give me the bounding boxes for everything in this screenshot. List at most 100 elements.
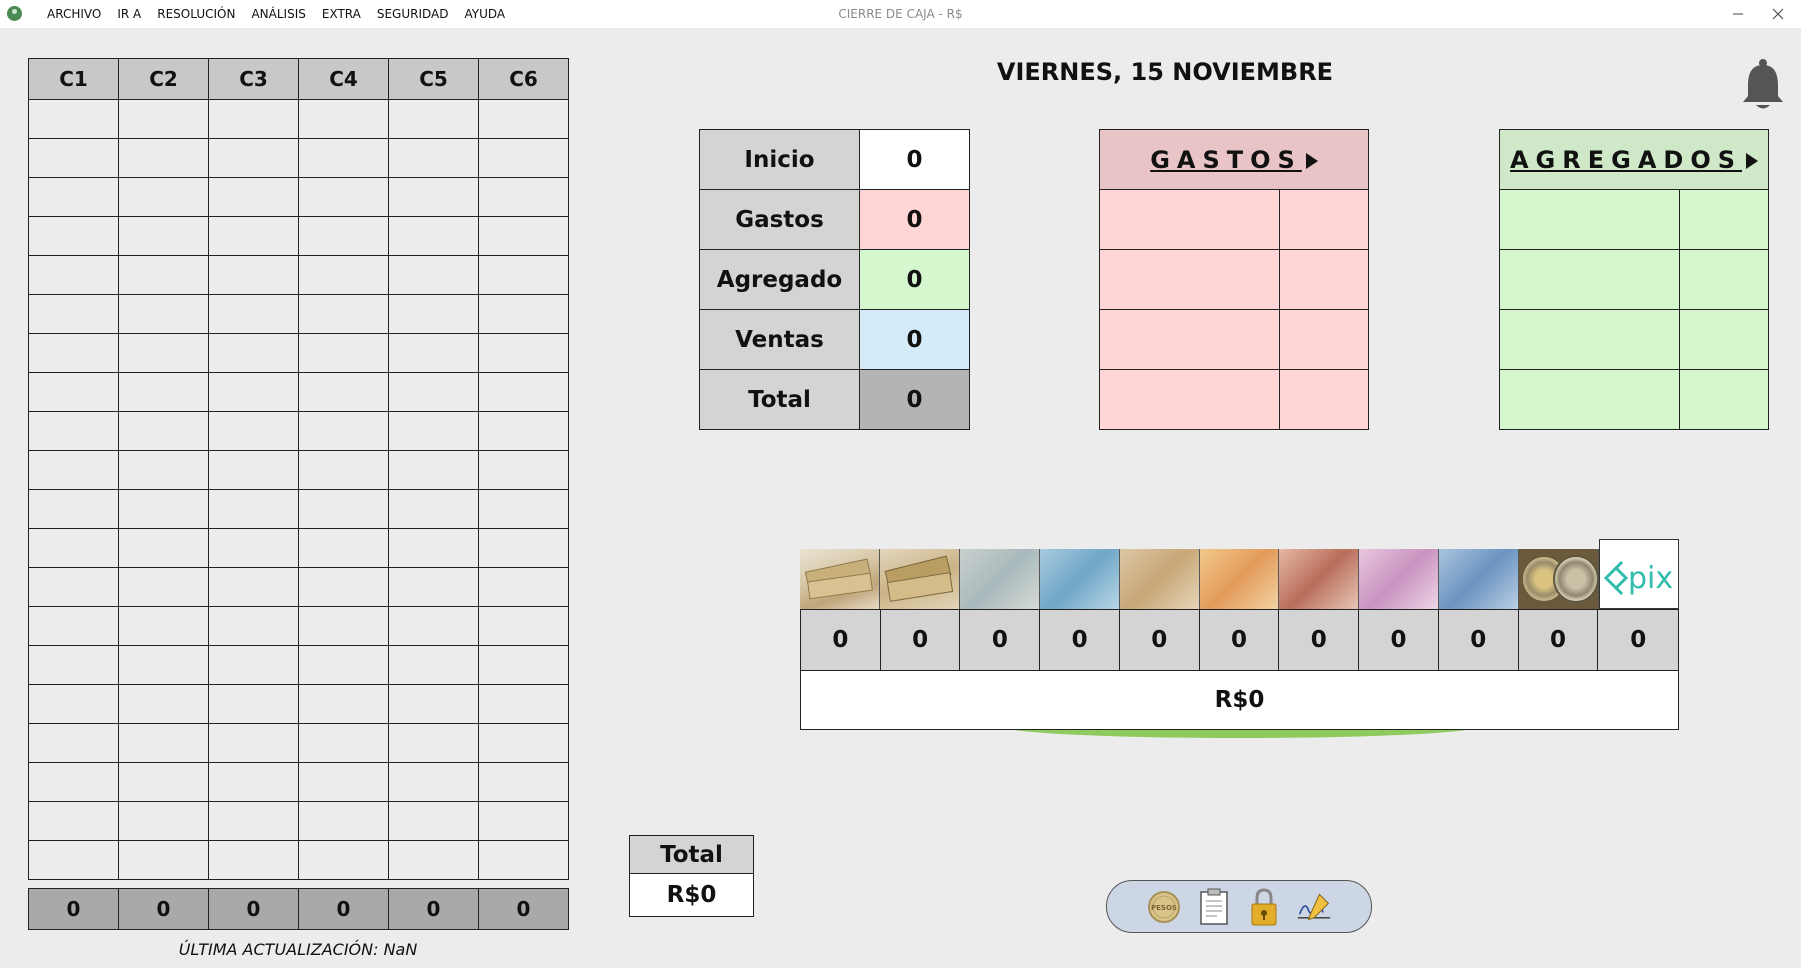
cash-grid-cell-c1[interactable] [28,177,119,217]
cash-grid-cell-c1[interactable] [28,489,119,529]
cash-grid-cell-c3[interactable] [208,723,299,763]
count-10[interactable]: 0 [1279,610,1360,670]
cash-grid-cell-c3[interactable] [208,645,299,685]
cash-grid-cell-c5[interactable] [388,294,479,334]
cash-grid-cell-c1[interactable] [28,333,119,373]
cash-grid-cell-c4[interactable] [298,762,389,802]
cash-grid-cell-c6[interactable] [478,723,569,763]
cash-grid-cell-c5[interactable] [388,177,479,217]
pesos-button[interactable]: PESOS [1146,887,1182,927]
cash-grid-cell-c4[interactable] [298,801,389,841]
cash-grid-cell-c5[interactable] [388,723,479,763]
gastos-desc-cell[interactable] [1099,309,1280,370]
cash-grid-cell-c6[interactable] [478,294,569,334]
count-200[interactable]: 0 [960,610,1041,670]
cash-grid-cell-c3[interactable] [208,489,299,529]
count-bundle-a[interactable]: 0 [801,610,881,670]
cash-grid-cell-c4[interactable] [298,840,389,880]
count-100[interactable]: 0 [1040,610,1120,670]
agregados-amount-cell[interactable] [1679,309,1769,370]
cash-grid-cell-c5[interactable] [388,684,479,724]
cash-grid-cell-c6[interactable] [478,216,569,256]
cash-grid-cell-c4[interactable] [298,723,389,763]
cash-grid-cell-c6[interactable] [478,489,569,529]
cash-grid-cell-c1[interactable] [28,528,119,568]
menu-ayuda[interactable]: AYUDA [456,0,513,28]
cash-grid-cell-c5[interactable] [388,606,479,646]
cash-grid-cell-c2[interactable] [118,606,209,646]
cash-grid-cell-c4[interactable] [298,99,389,139]
count-2[interactable]: 0 [1438,610,1519,670]
cash-grid-cell-c4[interactable] [298,489,389,529]
gastos-amount-cell[interactable] [1279,249,1369,310]
gastos-amount-cell[interactable] [1279,309,1369,370]
signature-button[interactable] [1296,887,1332,927]
cash-grid-cell-c3[interactable] [208,450,299,490]
cash-grid-cell-c6[interactable] [478,840,569,880]
cash-grid-cell-c5[interactable] [388,762,479,802]
cash-grid-cell-c3[interactable] [208,372,299,412]
cash-grid-cell-c3[interactable] [208,177,299,217]
cash-grid-cell-c6[interactable] [478,528,569,568]
agregados-amount-cell[interactable] [1679,369,1769,430]
menu-ir-a[interactable]: IR A [109,0,149,28]
agregados-desc-cell[interactable] [1499,369,1680,430]
cash-grid-cell-c2[interactable] [118,216,209,256]
menu-extra[interactable]: EXTRA [314,0,369,28]
cash-grid-cell-c6[interactable] [478,801,569,841]
summary-value-inicio[interactable]: 0 [859,129,970,190]
cash-grid-cell-c1[interactable] [28,450,119,490]
cash-grid-cell-c2[interactable] [118,333,209,373]
cash-grid-cell-c6[interactable] [478,411,569,451]
cash-grid-cell-c1[interactable] [28,840,119,880]
cash-grid-cell-c6[interactable] [478,333,569,373]
cash-grid-cell-c6[interactable] [478,372,569,412]
gastos-header-button[interactable]: GASTOS [1099,129,1369,190]
cash-grid-cell-c5[interactable] [388,840,479,880]
cash-grid-cell-c2[interactable] [118,489,209,529]
cash-grid-cell-c4[interactable] [298,333,389,373]
cash-grid-cell-c2[interactable] [118,372,209,412]
cash-grid-cell-c3[interactable] [208,216,299,256]
cash-grid-cell-c4[interactable] [298,372,389,412]
cash-grid-cell-c5[interactable] [388,801,479,841]
cash-grid-cell-c2[interactable] [118,99,209,139]
agregados-desc-cell[interactable] [1499,309,1680,370]
cash-grid-cell-c6[interactable] [478,606,569,646]
cash-grid-cell-c2[interactable] [118,450,209,490]
cash-grid-cell-c3[interactable] [208,762,299,802]
cash-grid-cell-c3[interactable] [208,294,299,334]
notification-button[interactable] [1740,58,1786,116]
cash-grid-cell-c1[interactable] [28,762,119,802]
cash-grid-cell-c6[interactable] [478,177,569,217]
cash-grid-cell-c1[interactable] [28,99,119,139]
agregados-header-button[interactable]: AGREGADOS [1499,129,1769,190]
cash-grid-cell-c4[interactable] [298,645,389,685]
cash-grid-cell-c3[interactable] [208,138,299,178]
count-5[interactable]: 0 [1359,610,1439,670]
cash-grid-cell-c1[interactable] [28,606,119,646]
cash-grid-cell-c6[interactable] [478,762,569,802]
cash-grid-cell-c3[interactable] [208,411,299,451]
cash-grid-cell-c5[interactable] [388,333,479,373]
cash-grid-cell-c5[interactable] [388,99,479,139]
cash-grid-cell-c6[interactable] [478,255,569,295]
cash-grid-cell-c1[interactable] [28,372,119,412]
lock-button[interactable] [1246,887,1282,927]
cash-grid-cell-c6[interactable] [478,567,569,607]
cash-grid-cell-c1[interactable] [28,411,119,451]
cash-grid-cell-c6[interactable] [478,645,569,685]
cash-grid-cell-c2[interactable] [118,723,209,763]
cash-grid-cell-c1[interactable] [28,567,119,607]
cash-grid-cell-c4[interactable] [298,411,389,451]
cash-grid-cell-c5[interactable] [388,138,479,178]
cash-grid-cell-c3[interactable] [208,684,299,724]
cash-grid-cell-c3[interactable] [208,567,299,607]
cash-grid-cell-c4[interactable] [298,255,389,295]
cash-grid-cell-c2[interactable] [118,294,209,334]
cash-grid-cell-c4[interactable] [298,567,389,607]
cash-grid-cell-c2[interactable] [118,840,209,880]
cash-grid-cell-c5[interactable] [388,372,479,412]
count-50[interactable]: 0 [1119,610,1200,670]
cash-grid-cell-c2[interactable] [118,255,209,295]
